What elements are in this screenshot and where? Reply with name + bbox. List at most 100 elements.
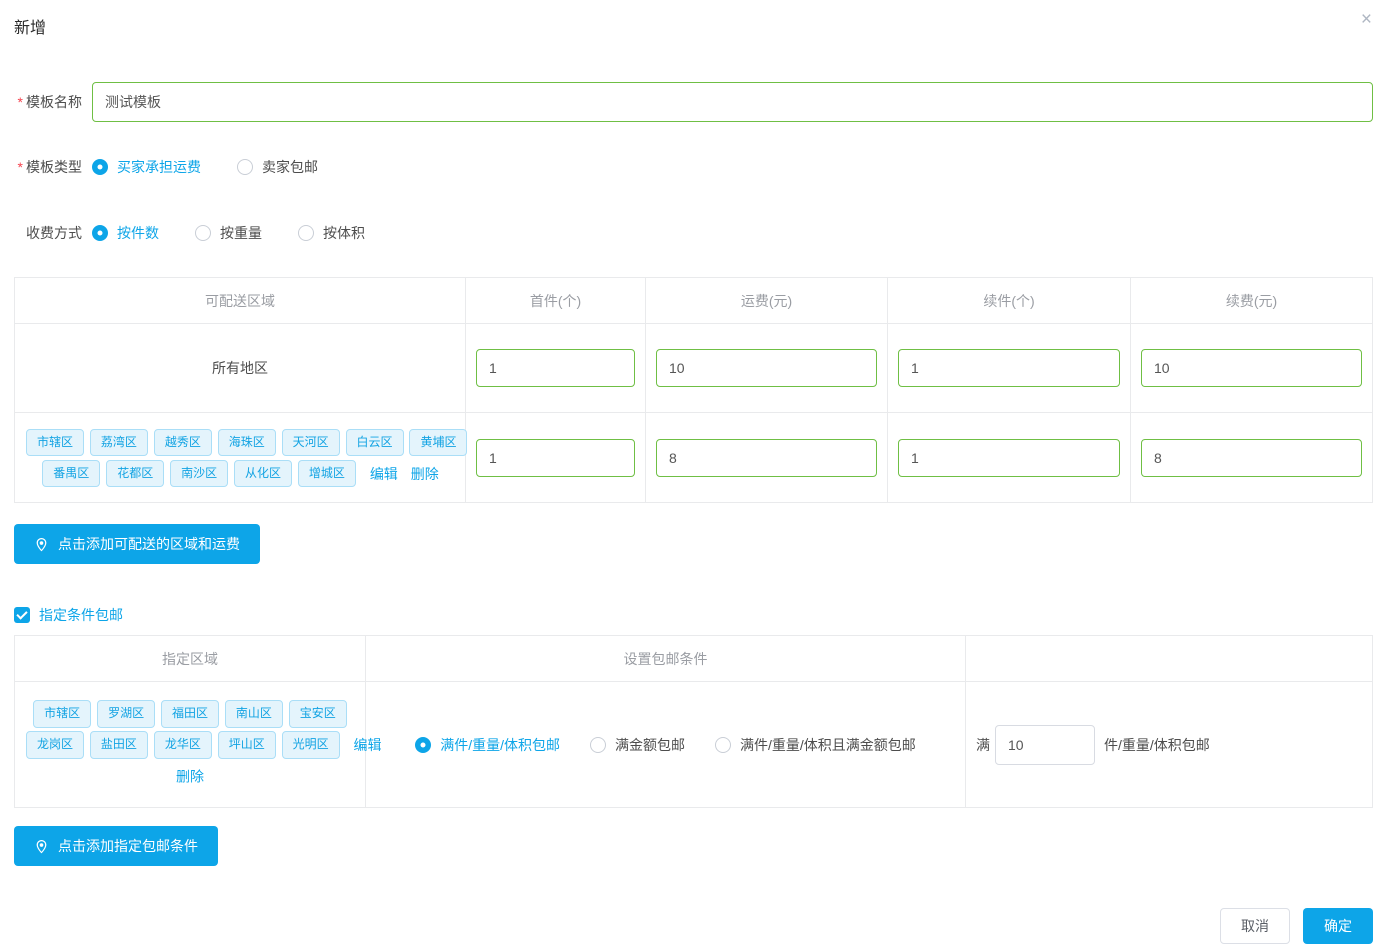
location-pin-icon: [34, 537, 49, 552]
area-tag: 从化区: [234, 460, 292, 488]
edit-areas-link[interactable]: 编辑: [370, 466, 398, 482]
area-tag: 增城区: [298, 460, 356, 488]
area-tag: 天河区: [282, 429, 340, 457]
area-tag: 黄埔区: [409, 429, 467, 457]
radio-unchecked-icon: [715, 737, 731, 753]
col-header-ship-fee: 运费(元): [646, 278, 888, 324]
area-tag: 南山区: [225, 700, 283, 728]
edit-condition-areas-link[interactable]: 编辑: [354, 737, 382, 753]
col-header-condition: 设置包邮条件: [366, 636, 966, 682]
area-tag: 市辖区: [33, 700, 91, 728]
radio-by-volume[interactable]: 按体积: [298, 223, 365, 243]
area-tag: 罗湖区: [97, 700, 155, 728]
next-fee-input-custom[interactable]: [1141, 439, 1362, 477]
area-tag: 白云区: [346, 429, 404, 457]
radio-unchecked-icon: [298, 225, 314, 241]
template-name-label: *模板名称: [14, 92, 82, 112]
next-fee-input-all[interactable]: [1141, 349, 1362, 387]
add-free-shipping-condition-label: 点击添加指定包邮条件: [58, 836, 198, 856]
radio-unchecked-icon: [195, 225, 211, 241]
shipping-fee-table: 可配送区域 首件(个) 运费(元) 续件(个) 续费(元) 所有地区 市辖区 荔…: [14, 277, 1373, 503]
add-free-shipping-condition-button[interactable]: 点击添加指定包邮条件: [14, 826, 218, 866]
radio-qty-weight-volume-free[interactable]: 满件/重量/体积包邮: [415, 735, 560, 755]
condition-tags-line-1: 市辖区 罗湖区 福田区 南山区 宝安区: [25, 698, 355, 729]
confirm-button[interactable]: 确定: [1303, 908, 1373, 944]
area-tags-line-2: 番禺区 花都区 南沙区 从化区 增城区 编辑 删除: [25, 457, 455, 488]
radio-label: 按重量: [220, 223, 262, 243]
area-tag: 番禺区: [42, 460, 100, 488]
area-tag: 龙岗区: [26, 731, 84, 759]
radio-label: 满金额包邮: [615, 735, 685, 755]
next-qty-input-all[interactable]: [898, 349, 1120, 387]
radio-qty-and-amount-free[interactable]: 满件/重量/体积且满金额包邮: [715, 735, 916, 755]
col-header-next-qty: 续件(个): [888, 278, 1131, 324]
close-icon[interactable]: ×: [1361, 10, 1372, 29]
add-delivery-area-button[interactable]: 点击添加可配送的区域和运费: [14, 524, 260, 564]
threshold-suffix: 件/重量/体积包邮: [1104, 735, 1210, 755]
next-qty-input-custom[interactable]: [898, 439, 1120, 477]
radio-label: 按体积: [323, 223, 365, 243]
area-tag: 光明区: [282, 731, 340, 759]
radio-label: 卖家包邮: [262, 157, 318, 177]
radio-amount-free[interactable]: 满金额包邮: [590, 735, 685, 755]
cancel-button[interactable]: 取消: [1220, 908, 1290, 944]
charge-method-label: 收费方式: [14, 223, 82, 243]
area-tag: 海珠区: [218, 429, 276, 457]
required-mark: *: [18, 159, 23, 175]
charge-method-row: 收费方式 按件数 按重量 按体积: [14, 223, 1373, 243]
area-tag: 龙华区: [154, 731, 212, 759]
table-header-row: 指定区域 设置包邮条件: [15, 636, 1373, 682]
col-header-blank: [966, 636, 1373, 682]
radio-checked-icon: [92, 225, 108, 241]
col-header-specified-area: 指定区域: [15, 636, 366, 682]
delete-condition-areas-link[interactable]: 删除: [176, 768, 204, 784]
radio-by-quantity[interactable]: 按件数: [92, 223, 159, 243]
checkbox-checked-icon: [14, 607, 30, 623]
threshold-setting: 满 件/重量/体积包邮: [976, 725, 1362, 765]
condition-tags-line-2: 龙岗区 盐田区 龙华区 坪山区 光明区 编辑: [25, 729, 355, 760]
ship-fee-input-custom[interactable]: [656, 439, 877, 477]
template-name-row: *模板名称: [14, 82, 1373, 122]
radio-checked-icon: [415, 737, 431, 753]
condition-tags-line-3: 删除: [25, 760, 355, 791]
charge-method-label-text: 收费方式: [26, 225, 82, 241]
threshold-prefix: 满: [976, 735, 990, 755]
required-mark: *: [18, 94, 23, 110]
radio-seller-free-shipping[interactable]: 卖家包邮: [237, 157, 318, 177]
conditional-free-shipping-toggle[interactable]: 指定条件包邮: [14, 605, 1373, 625]
radio-unchecked-icon: [237, 159, 253, 175]
radio-label: 满件/重量/体积且满金额包邮: [740, 735, 916, 755]
first-qty-input-custom[interactable]: [476, 439, 635, 477]
delete-areas-link[interactable]: 删除: [411, 466, 439, 482]
radio-unchecked-icon: [590, 737, 606, 753]
area-tag: 市辖区: [26, 429, 84, 457]
radio-label: 买家承担运费: [117, 157, 201, 177]
threshold-value-input[interactable]: [995, 725, 1095, 765]
ship-fee-input-all[interactable]: [656, 349, 877, 387]
area-tag: 南沙区: [170, 460, 228, 488]
location-pin-icon: [34, 839, 49, 854]
area-tag: 宝安区: [289, 700, 347, 728]
condition-radio-group: 满件/重量/体积包邮 满金额包邮 满件/重量/体积且满金额包邮: [376, 735, 955, 755]
template-type-label-text: 模板类型: [26, 159, 82, 175]
dialog-footer: 取消 确定: [14, 908, 1373, 944]
conditional-free-shipping-label: 指定条件包邮: [39, 605, 123, 625]
table-row-custom-areas: 市辖区 荔湾区 越秀区 海珠区 天河区 白云区 黄埔区 番禺区 花都区 南沙区 …: [15, 413, 1373, 503]
area-tag: 坪山区: [218, 731, 276, 759]
area-tag: 福田区: [161, 700, 219, 728]
radio-checked-icon: [92, 159, 108, 175]
area-tags-line-1: 市辖区 荔湾区 越秀区 海珠区 天河区 白云区 黄埔区: [25, 426, 455, 457]
radio-buyer-pays-shipping[interactable]: 买家承担运费: [92, 157, 201, 177]
area-tag: 花都区: [106, 460, 164, 488]
col-header-delivery-area: 可配送区域: [15, 278, 466, 324]
page-title: 新增: [14, 0, 1373, 38]
table-row-all-areas: 所有地区: [15, 324, 1373, 413]
template-name-input[interactable]: [92, 82, 1373, 122]
first-qty-input-all[interactable]: [476, 349, 635, 387]
radio-by-weight[interactable]: 按重量: [195, 223, 262, 243]
template-name-label-text: 模板名称: [26, 94, 82, 110]
area-tag: 盐田区: [90, 731, 148, 759]
add-shipping-template-dialog: 新增 × *模板名称 *模板类型 买家承担运费 卖家包邮 收费方式 按件数 按重…: [0, 0, 1387, 944]
radio-label: 满件/重量/体积包邮: [440, 735, 560, 755]
table-header-row: 可配送区域 首件(个) 运费(元) 续件(个) 续费(元): [15, 278, 1373, 324]
